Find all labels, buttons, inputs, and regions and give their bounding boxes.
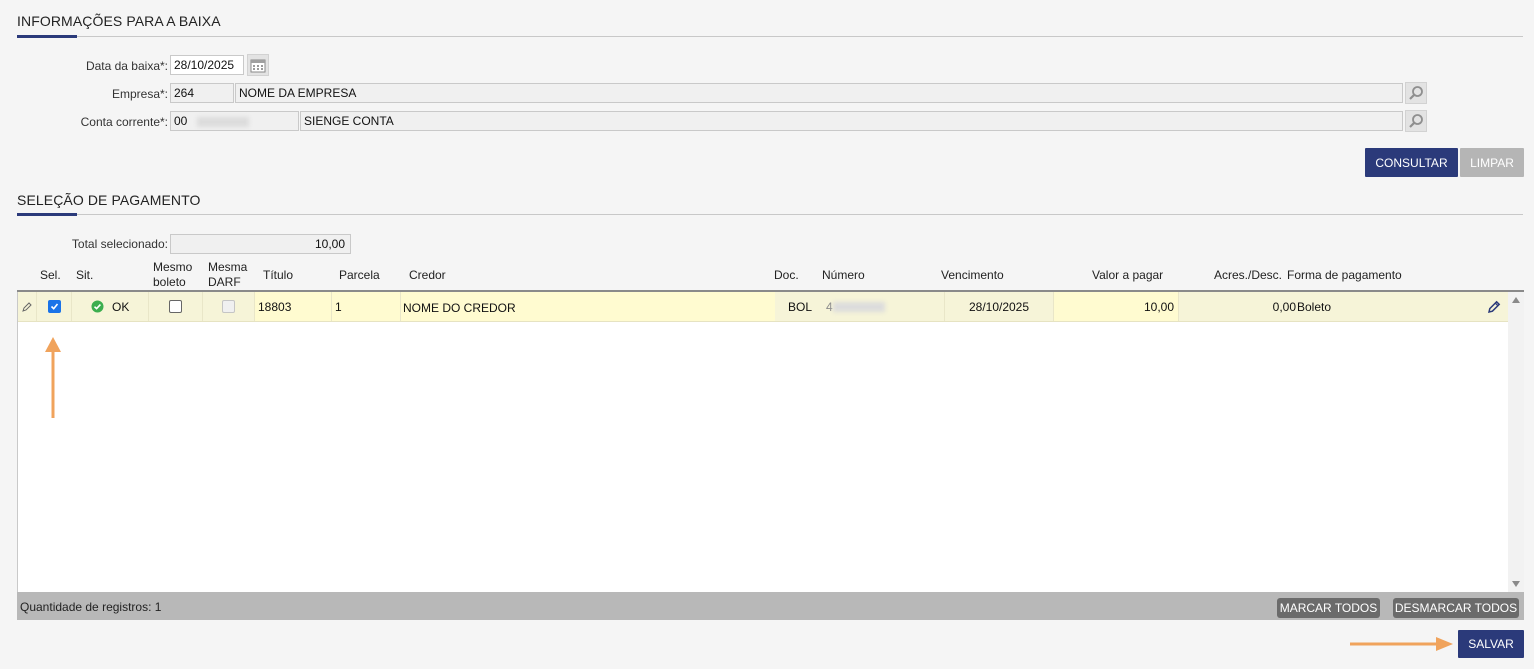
account-search-button[interactable] <box>1405 110 1427 132</box>
sel-checkbox[interactable] <box>47 300 61 313</box>
search-icon <box>1409 86 1423 100</box>
status-text: OK <box>112 299 130 314</box>
vencimento-cell: 28/10/2025 <box>945 292 1054 321</box>
grid-header: Sel. Sit. Mesmo boleto Mesma DARF Título… <box>17 258 1524 291</box>
date-label: Data da baixa*: <box>85 59 168 73</box>
section-divider-info <box>17 35 1523 38</box>
col-header-sit[interactable]: Sit. <box>76 268 93 283</box>
col-header-vencimento[interactable]: Vencimento <box>941 268 1004 283</box>
total-value-field: 10,00 <box>170 234 351 254</box>
col-header-credor[interactable]: Credor <box>409 268 446 283</box>
pencil-icon <box>22 301 32 312</box>
annotation-arrow-up <box>45 337 61 418</box>
col-header-sel[interactable]: Sel. <box>40 268 61 283</box>
numero-text: 4 <box>826 299 833 314</box>
credor-cell[interactable]: NOME DO CREDOR <box>401 292 775 321</box>
col-header-mesmo-boleto[interactable]: Mesmo boleto <box>153 260 192 290</box>
acres-cell[interactable]: 0,00 <box>1179 292 1296 321</box>
numero-cell: 4 <box>825 292 945 321</box>
status-cell: OK <box>72 292 149 321</box>
consultar-button[interactable]: CONSULTAR <box>1365 148 1458 177</box>
company-search-button[interactable] <box>1405 82 1427 104</box>
calendar-icon <box>250 59 266 72</box>
table-row[interactable]: OK 18803 1 NOME DO CREDOR BOL 4 28/10/20… <box>18 292 1509 322</box>
desmarcar-todos-button[interactable]: DESMARCAR TODOS <box>1393 598 1519 618</box>
mesmo-boleto-cell <box>149 292 203 321</box>
grid-scrollbar[interactable] <box>1508 292 1524 592</box>
numero-redacted <box>832 301 885 312</box>
account-code-input[interactable]: 00 <box>170 111 299 131</box>
col-header-valor[interactable]: Valor a pagar <box>1092 268 1163 283</box>
record-count: Quantidade de registros: 1 <box>20 600 161 614</box>
check-circle-icon <box>91 300 104 313</box>
grid-footer: Quantidade de registros: 1 MARCAR TODOS … <box>17 592 1524 620</box>
account-number-redacted <box>196 116 249 127</box>
col-header-mesmo-boleto-line2: boleto <box>153 275 186 289</box>
scroll-down-icon[interactable] <box>1512 581 1520 587</box>
record-count-label: Quantidade de registros: <box>20 600 152 614</box>
col-header-mesmo-boleto-line1: Mesmo <box>153 260 193 274</box>
record-count-value: 1 <box>154 600 162 614</box>
row-action-cell[interactable] <box>1479 292 1509 321</box>
col-header-parcela[interactable]: Parcela <box>339 268 380 283</box>
section-title-info: INFORMAÇÕES PARA A BAIXA <box>17 13 221 29</box>
col-header-forma[interactable]: Forma de pagamento <box>1287 268 1402 283</box>
salvar-button[interactable]: SALVAR <box>1458 630 1524 658</box>
company-label: Empresa*: <box>111 87 168 101</box>
forma-cell[interactable]: Boleto <box>1297 292 1477 321</box>
account-code-text: 00 <box>174 114 188 128</box>
mesmo-boleto-checkbox[interactable] <box>169 300 182 313</box>
marcar-todos-button[interactable]: MARCAR TODOS <box>1277 598 1380 618</box>
total-label: Total selecionado: <box>71 237 168 251</box>
row-edit-cell[interactable] <box>18 292 37 321</box>
grid-body: OK 18803 1 NOME DO CREDOR BOL 4 28/10/20… <box>17 292 1509 592</box>
doc-cell: BOL <box>787 299 812 314</box>
search-icon <box>1409 114 1423 128</box>
col-header-mesma-darf-line1: Mesma <box>208 260 248 274</box>
col-header-mesma-darf-line2: DARF <box>208 275 241 289</box>
checkmark-icon <box>50 303 58 310</box>
col-header-mesma-darf[interactable]: Mesma DARF <box>208 260 247 290</box>
section-divider-payment <box>17 213 1523 216</box>
company-code-input[interactable]: 264 <box>170 83 234 103</box>
mesma-darf-checkbox[interactable] <box>222 300 235 313</box>
section-title-payment: SELEÇÃO DE PAGAMENTO <box>17 192 201 208</box>
parcela-cell[interactable]: 1 <box>332 292 401 321</box>
edit-pencil-icon <box>1487 300 1501 313</box>
mesma-darf-cell <box>203 292 255 321</box>
calendar-button[interactable] <box>247 54 269 76</box>
col-header-doc[interactable]: Doc. <box>774 268 799 283</box>
titulo-cell[interactable]: 18803 <box>255 292 332 321</box>
scroll-up-icon[interactable] <box>1512 297 1520 303</box>
company-name-field: NOME DA EMPRESA <box>235 83 1403 103</box>
annotation-arrow-right <box>1350 637 1453 651</box>
account-name-field: SIENGE CONTA <box>300 111 1403 131</box>
valor-cell[interactable]: 10,00 <box>1054 292 1179 321</box>
account-label: Conta corrente*: <box>80 115 168 129</box>
col-header-acres[interactable]: Acres./Desc. <box>1214 268 1282 283</box>
limpar-button[interactable]: LIMPAR <box>1460 148 1524 177</box>
date-input[interactable]: 28/10/2025 <box>170 55 244 75</box>
col-header-numero[interactable]: Número <box>822 268 865 283</box>
sel-cell <box>37 292 72 321</box>
col-header-titulo[interactable]: Título <box>263 268 293 283</box>
